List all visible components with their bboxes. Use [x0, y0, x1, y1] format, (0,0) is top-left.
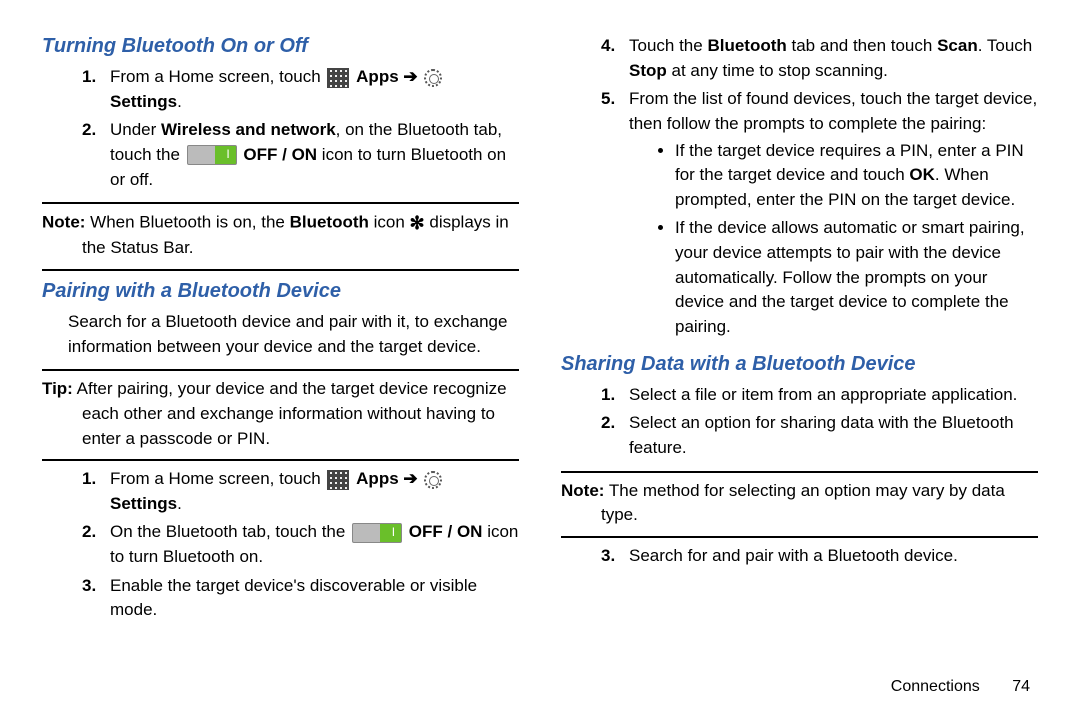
step-number: 2.: [82, 118, 96, 143]
steps-pairing: 1. From a Home screen, touch Apps ➔ Sett…: [42, 467, 519, 623]
heading-pairing: Pairing with a Bluetooth Device: [42, 277, 519, 306]
period: .: [177, 494, 182, 513]
note-sharing-method: Note: The method for selecting an option…: [561, 479, 1038, 528]
arrow-icon: ➔: [403, 469, 417, 488]
step-text: Select an option for sharing data with t…: [629, 413, 1014, 457]
off-on-label: OFF / ON: [243, 145, 317, 164]
bold: Scan: [937, 36, 978, 55]
apps-label: Apps: [356, 67, 403, 86]
step-3: 3. Search for and pair with a Bluetooth …: [601, 544, 1038, 569]
footer-page-number: 74: [1012, 678, 1030, 695]
step-number: 5.: [601, 87, 615, 112]
off-on-label: OFF / ON: [409, 522, 483, 541]
arrow-icon: ➔: [403, 67, 417, 86]
step-text: From a Home screen, touch: [110, 469, 325, 488]
bold: Bluetooth: [290, 213, 369, 232]
steps-pairing-continued: 4. Touch the Bluetooth tab and then touc…: [561, 34, 1038, 340]
bullet-auto-pair: If the device allows automatic or smart …: [675, 216, 1038, 339]
step-text: tab and then touch: [787, 36, 937, 55]
period: .: [177, 92, 182, 111]
step-2: 2. On the Bluetooth tab, touch the OFF /…: [82, 520, 519, 569]
bold: Wireless and network: [161, 120, 336, 139]
divider: [42, 459, 519, 461]
step-2: 2. Under Wireless and network, on the Bl…: [82, 118, 519, 192]
step-number: 2.: [601, 411, 615, 436]
step-number: 4.: [601, 34, 615, 59]
bold: Bluetooth: [707, 36, 786, 55]
step-number: 1.: [82, 467, 96, 492]
step-number: 2.: [82, 520, 96, 545]
step-text: at any time to stop scanning.: [667, 61, 888, 80]
toggle-icon: [187, 145, 237, 165]
heading-sharing: Sharing Data with a Bluetooth Device: [561, 350, 1038, 379]
settings-icon: [424, 69, 442, 87]
tip-pairing: Tip: After pairing, your device and the …: [42, 377, 519, 451]
footer-section: Connections: [891, 678, 980, 695]
bullet-pin: If the target device requires a PIN, ent…: [675, 139, 1038, 213]
step-1: 1. From a Home screen, touch Apps ➔ Sett…: [82, 65, 519, 114]
settings-icon: [424, 471, 442, 489]
apps-icon: [327, 68, 349, 88]
step-text: On the Bluetooth tab, touch the: [110, 522, 350, 541]
step-text: Enable the target device's discoverable …: [110, 576, 477, 620]
step-text: From the list of found devices, touch th…: [629, 89, 1037, 133]
note-text: The method for selecting an option may v…: [601, 481, 1005, 525]
step-1: 1. From a Home screen, touch Apps ➔ Sett…: [82, 467, 519, 516]
divider: [42, 269, 519, 271]
note-bluetooth-statusbar: Note: When Bluetooth is on, the Bluetoot…: [42, 210, 519, 261]
step-text: From a Home screen, touch: [110, 67, 325, 86]
divider: [561, 471, 1038, 473]
step-number: 3.: [82, 574, 96, 599]
step-text: Select a file or item from an appropriat…: [629, 385, 1017, 404]
note-label: Note:: [42, 213, 85, 232]
pairing-intro: Search for a Bluetooth device and pair w…: [42, 310, 519, 359]
note-label: Note:: [561, 481, 604, 500]
divider: [42, 202, 519, 204]
pairing-sub-bullets: If the target device requires a PIN, ent…: [655, 139, 1038, 340]
step-4: 4. Touch the Bluetooth tab and then touc…: [601, 34, 1038, 83]
step-text: . Touch: [978, 36, 1033, 55]
steps-sharing: 1. Select a file or item from an appropr…: [561, 383, 1038, 461]
divider: [561, 536, 1038, 538]
left-column: Turning Bluetooth On or Off 1. From a Ho…: [42, 30, 519, 700]
apps-icon: [327, 470, 349, 490]
bold: Stop: [629, 61, 667, 80]
divider: [42, 369, 519, 371]
toggle-icon: [352, 523, 402, 543]
step-number: 1.: [82, 65, 96, 90]
step-text: Search for and pair with a Bluetooth dev…: [629, 546, 958, 565]
tip-text: After pairing, your device and the targe…: [73, 379, 507, 447]
tip-label: Tip:: [42, 379, 73, 398]
bluetooth-icon: ✻: [410, 213, 425, 233]
steps-turning-bluetooth: 1. From a Home screen, touch Apps ➔ Sett…: [42, 65, 519, 192]
settings-label: Settings: [110, 494, 177, 513]
note-text: When Bluetooth is on, the: [85, 213, 289, 232]
page-footer: Connections 74: [891, 678, 1030, 696]
heading-turning-bluetooth: Turning Bluetooth On or Off: [42, 32, 519, 61]
step-number: 1.: [601, 383, 615, 408]
note-text: icon: [369, 213, 410, 232]
right-column: 4. Touch the Bluetooth tab and then touc…: [561, 30, 1038, 700]
step-text: Touch the: [629, 36, 707, 55]
apps-label: Apps: [356, 469, 403, 488]
settings-label: Settings: [110, 92, 177, 111]
step-3: 3. Enable the target device's discoverab…: [82, 574, 519, 623]
step-5: 5. From the list of found devices, touch…: [601, 87, 1038, 339]
step-2: 2. Select an option for sharing data wit…: [601, 411, 1038, 460]
step-1: 1. Select a file or item from an appropr…: [601, 383, 1038, 408]
step-number: 3.: [601, 544, 615, 569]
step-text: Under: [110, 120, 161, 139]
steps-sharing-continued: 3. Search for and pair with a Bluetooth …: [561, 544, 1038, 569]
bold: OK: [909, 165, 935, 184]
